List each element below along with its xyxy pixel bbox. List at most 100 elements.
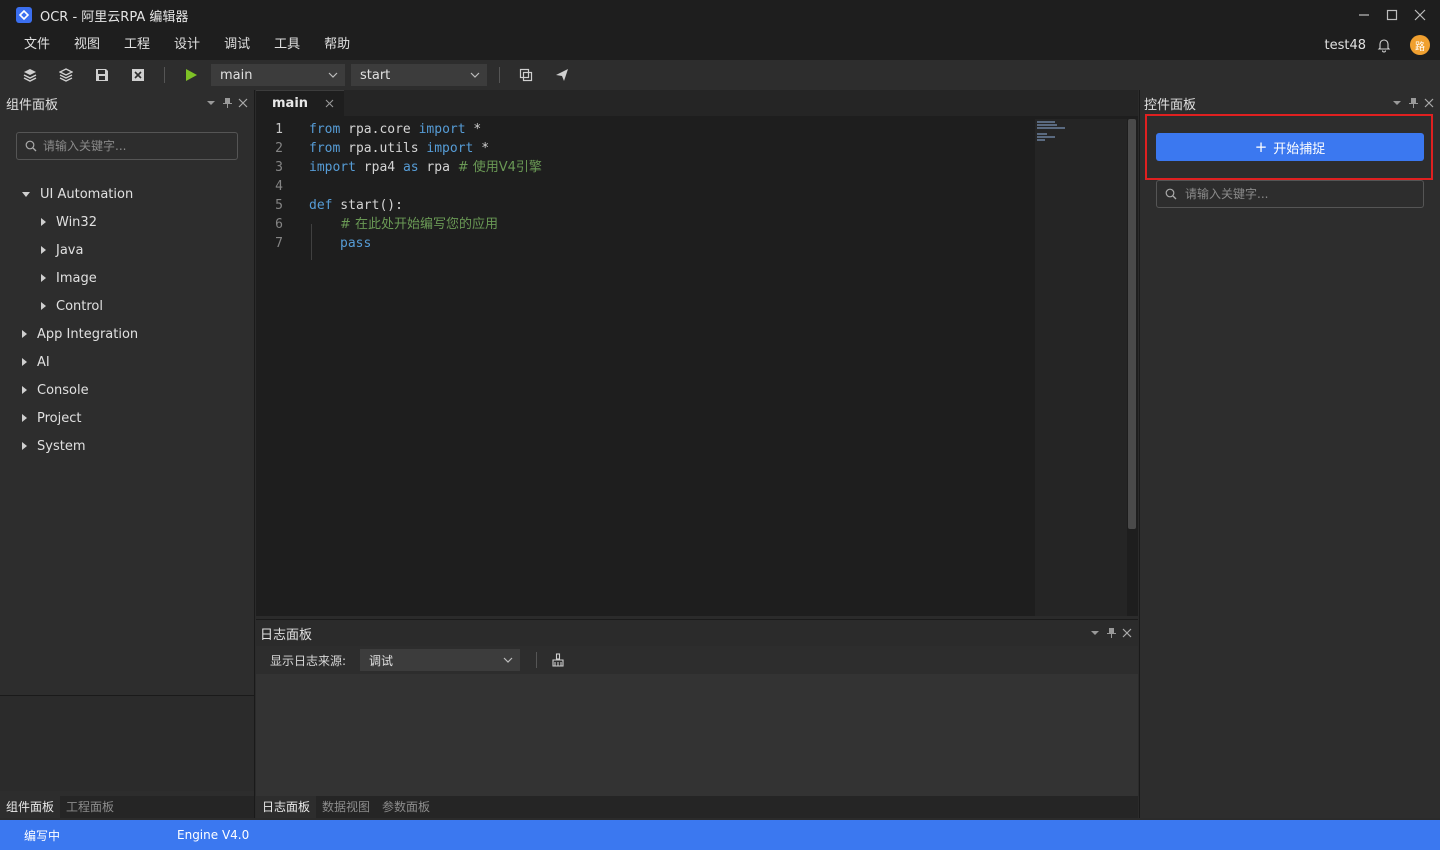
- tree-item-java[interactable]: Java: [0, 236, 254, 264]
- indent-guide: [311, 224, 312, 260]
- send-icon: [556, 69, 568, 81]
- tree-item-image[interactable]: Image: [0, 264, 254, 292]
- new-layers-button[interactable]: [12, 60, 48, 90]
- code-line: 3 import rpa4 as rpa # 使用V4引擎: [256, 158, 1026, 177]
- close-tab-icon[interactable]: [325, 99, 334, 108]
- caret-down-icon: [22, 191, 30, 197]
- panel-menu-icon[interactable]: [1090, 628, 1100, 638]
- tab-project-panel[interactable]: 工程面板: [60, 796, 120, 818]
- run-button[interactable]: [173, 60, 209, 90]
- tree-item-label: System: [37, 438, 86, 454]
- component-search-input[interactable]: [43, 139, 223, 153]
- minimap[interactable]: [1035, 119, 1127, 616]
- menu-tools[interactable]: 工具: [262, 30, 312, 60]
- minimize-button[interactable]: [1350, 0, 1378, 30]
- menu-project[interactable]: 工程: [112, 30, 162, 60]
- tree-item-label: Java: [56, 242, 84, 258]
- tree-item-control[interactable]: Control: [0, 292, 254, 320]
- tab-log-panel[interactable]: 日志面板: [256, 796, 317, 818]
- stack-icon: [59, 68, 73, 82]
- tree-item-ui-automation[interactable]: UI Automation: [0, 180, 254, 208]
- line-number: 2: [275, 141, 283, 156]
- file-select-value: main: [220, 67, 253, 83]
- component-search-field[interactable]: [16, 132, 238, 160]
- minimap-line: [1037, 136, 1055, 138]
- publish-button[interactable]: [544, 60, 580, 90]
- code-token: from: [309, 122, 341, 137]
- pin-icon[interactable]: [222, 98, 232, 108]
- pin-icon[interactable]: [1408, 98, 1418, 108]
- chevron-down-icon: [503, 657, 513, 663]
- caret-right-icon: [41, 274, 46, 282]
- editor-scrollbar[interactable]: [1128, 119, 1136, 529]
- code-token: *: [473, 141, 490, 156]
- tab-main[interactable]: main: [256, 90, 344, 116]
- log-source-select[interactable]: 调试: [360, 649, 521, 671]
- panel-close-icon[interactable]: [1424, 98, 1434, 108]
- toolbar-divider: [499, 67, 500, 83]
- maximize-button[interactable]: [1378, 0, 1406, 30]
- save-button[interactable]: [84, 60, 120, 90]
- copy-button[interactable]: [508, 60, 544, 90]
- engine-version: Engine V4.0: [177, 828, 250, 842]
- clear-log-button[interactable]: [545, 645, 571, 675]
- toolbar-divider: [536, 652, 538, 668]
- panel-menu-icon[interactable]: [206, 98, 216, 108]
- line-number: 6: [275, 217, 283, 232]
- minimap-line: [1037, 127, 1065, 129]
- play-icon: [186, 69, 197, 81]
- code-line: 7 pass: [256, 234, 1026, 253]
- minimap-line: [1037, 133, 1047, 135]
- caret-right-icon: [41, 218, 46, 226]
- code-comment: # 使用V4引擎: [457, 160, 542, 175]
- tree-item-ai[interactable]: AI: [0, 348, 254, 376]
- panel-menu-icon[interactable]: [1392, 98, 1402, 108]
- close-file-icon: [132, 69, 144, 81]
- log-output[interactable]: [256, 674, 1138, 797]
- start-capture-label: 开始捕捉: [1273, 141, 1326, 157]
- menu-help[interactable]: 帮助: [312, 30, 362, 60]
- code-comment: # 在此处开始编写您的应用: [340, 217, 499, 232]
- code-token: import: [426, 141, 474, 156]
- tab-data-view[interactable]: 数据视图: [316, 796, 376, 818]
- caret-right-icon: [22, 386, 27, 394]
- menu-debug[interactable]: 调试: [212, 30, 262, 60]
- tree-item-console[interactable]: Console: [0, 376, 254, 404]
- tree-item-project[interactable]: Project: [0, 404, 254, 432]
- file-select[interactable]: main: [211, 64, 345, 86]
- code-editor[interactable]: 1 from rpa.core import * 2 from rpa.util…: [256, 116, 1138, 616]
- copy-icon: [519, 68, 533, 82]
- tab-component-panel[interactable]: 组件面板: [0, 796, 61, 818]
- chevron-down-icon: [328, 72, 338, 78]
- tree-item-win32[interactable]: Win32: [0, 208, 254, 236]
- panel-close-icon[interactable]: [1122, 628, 1132, 638]
- close-window-button[interactable]: [1406, 0, 1434, 30]
- pin-icon[interactable]: [1106, 628, 1116, 638]
- tree-item-label: Win32: [56, 214, 97, 230]
- start-capture-button[interactable]: + 开始捕捉: [1156, 133, 1424, 161]
- avatar[interactable]: 路: [1410, 35, 1430, 55]
- component-panel-header: 组件面板: [0, 90, 254, 116]
- code-token: def: [309, 198, 333, 213]
- tab-param-panel[interactable]: 参数面板: [376, 796, 436, 818]
- open-layers-button[interactable]: [48, 60, 84, 90]
- chevron-down-icon: [470, 72, 480, 78]
- caret-right-icon: [41, 246, 46, 254]
- function-select[interactable]: start: [351, 64, 487, 86]
- line-number: 7: [275, 236, 283, 251]
- control-search-input[interactable]: [1185, 187, 1405, 201]
- code-token: from: [309, 141, 341, 156]
- code-token: rpa.core: [340, 122, 419, 137]
- control-search-field[interactable]: [1156, 180, 1424, 208]
- bell-icon[interactable]: [1376, 37, 1392, 53]
- tree-item-system[interactable]: System: [0, 432, 254, 460]
- username[interactable]: test48: [1324, 38, 1366, 53]
- menu-file[interactable]: 文件: [12, 30, 62, 60]
- close-file-button[interactable]: [120, 60, 156, 90]
- menu-view[interactable]: 视图: [62, 30, 112, 60]
- tree-item-app-integration[interactable]: App Integration: [0, 320, 254, 348]
- log-source-label: 显示日志来源:: [270, 653, 347, 668]
- menu-design[interactable]: 设计: [162, 30, 212, 60]
- line-number: 1: [275, 122, 283, 137]
- panel-close-icon[interactable]: [238, 98, 248, 108]
